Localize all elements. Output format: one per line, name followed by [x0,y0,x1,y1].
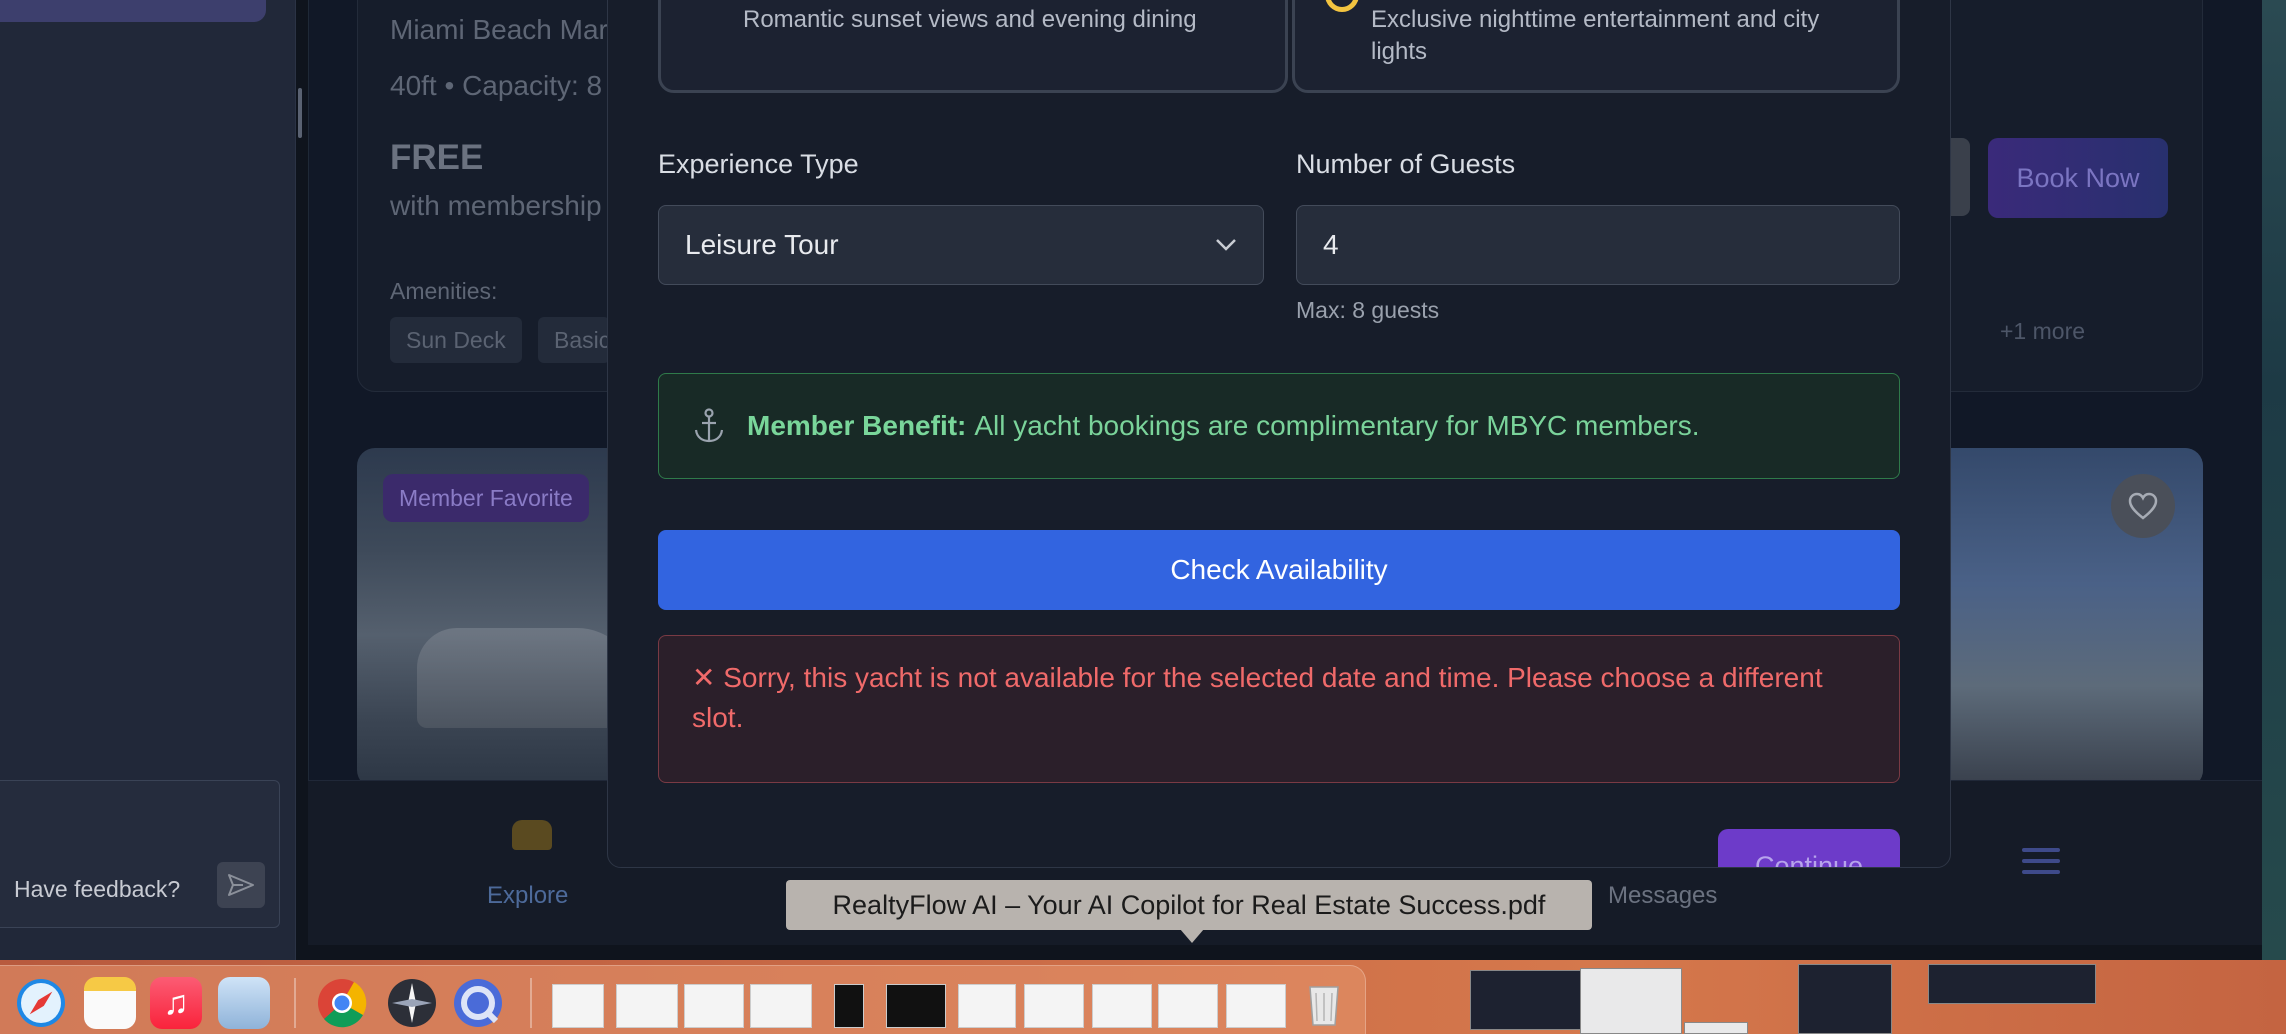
explore-icon[interactable] [512,820,552,850]
moon-icon [1325,0,1359,12]
dock-document-thumbnail[interactable] [958,984,1016,1028]
send-feedback-button[interactable] [217,862,265,908]
desktop-window-thumbnail[interactable] [1580,968,1682,1034]
guests-hint: Max: 8 guests [1296,297,1440,323]
dock-document-thumbnail[interactable] [616,984,678,1028]
dock-separator [294,978,296,1028]
nav-messages[interactable]: Messages [1608,882,1717,910]
check-availability-button[interactable]: Check Availability [658,530,1900,610]
continue-button[interactable]: Continue [1718,829,1900,867]
quicktime-icon[interactable] [452,977,504,1029]
option-night[interactable]: Exclusive nighttime entertainment and ci… [1292,0,1900,93]
benefit-text: All yacht bookings are complimentary for… [974,410,1700,441]
heart-icon [2128,492,2158,520]
member-benefit-banner: Member Benefit: All yacht bookings are c… [658,373,1900,479]
marina-photo-boats [417,628,637,728]
option-sunset[interactable]: Romantic sunset views and evening dining [658,0,1288,93]
listing-specs: 40ft • Capacity: 8 [390,70,603,101]
dock-document-thumbnail[interactable] [684,984,744,1028]
dock-document-thumbnail[interactable] [552,984,604,1028]
book-now-button[interactable]: Book Now [1988,138,2168,218]
dock-separator [530,978,532,1028]
desktop-window-thumbnail[interactable] [1798,964,1892,1034]
send-icon [228,874,254,896]
dock-document-thumbnail[interactable] [1024,984,1084,1028]
preview-icon[interactable] [218,977,270,1029]
chrome-icon[interactable] [316,977,368,1029]
amenity-chip: Sun Deck [390,317,522,363]
experience-type-select[interactable]: Leisure Tour [658,205,1264,285]
sidebar-active-item[interactable] [0,0,266,22]
dock-document-thumbnail[interactable] [834,984,864,1028]
dock-tooltip: RealtyFlow AI – Your AI Copilot for Real… [786,880,1592,930]
availability-error: ✕ Sorry, this yacht is not available for… [658,635,1900,783]
dock-document-thumbnail[interactable] [1092,984,1152,1028]
feedback-input[interactable]: Have feedback? [14,876,180,903]
listing-price-note: with membership [390,190,602,221]
favorite-button[interactable] [2111,474,2175,538]
nav-explore[interactable]: Explore [487,882,568,910]
booking-modal: Romantic sunset views and evening dining… [607,0,1951,868]
desktop-window-thumbnail[interactable] [1684,1022,1748,1034]
listing-price: FREE [390,138,484,177]
chevron-down-icon [1216,239,1236,251]
music-icon[interactable]: ♫ [150,977,202,1029]
desktop-window-thumbnail[interactable] [1470,970,1588,1030]
trash-icon[interactable] [1298,977,1350,1029]
listing-location: Miami Beach Mar [390,14,608,45]
dock-document-thumbnail[interactable] [1158,984,1218,1028]
dock-document-thumbnail[interactable] [1226,984,1286,1028]
experience-type-value: Leisure Tour [685,229,839,260]
sidebar-resize-handle[interactable] [298,88,302,138]
guests-label: Number of Guests [1296,149,1516,179]
dock-document-thumbnail[interactable] [750,984,812,1028]
experience-type-label: Experience Type [658,149,859,179]
desktop-window-thumbnail[interactable] [1928,964,2096,1004]
option-sunset-text: Romantic sunset views and evening dining [743,6,1197,33]
amenities-label: Amenities: [390,278,498,304]
dock-tooltip-arrow [1180,929,1204,943]
amenity-chip: Basic [538,317,610,363]
desktop-wallpaper-edge [2262,0,2286,960]
more-amenities[interactable]: +1 more [2000,318,2085,345]
menu-icon[interactable] [2022,848,2060,881]
benefit-title: Member Benefit: [747,410,967,441]
guests-value: 4 [1323,229,1339,260]
safari-icon[interactable] [15,977,67,1029]
notes-icon[interactable] [84,977,136,1029]
member-favorite-badge: Member Favorite [383,474,589,522]
anchor-icon [694,408,724,443]
guests-input[interactable]: 4 [1296,205,1900,285]
dock-document-thumbnail[interactable] [886,984,946,1028]
navigator-icon[interactable] [386,977,438,1029]
option-night-text: Exclusive nighttime entertainment and ci… [1371,6,1820,65]
